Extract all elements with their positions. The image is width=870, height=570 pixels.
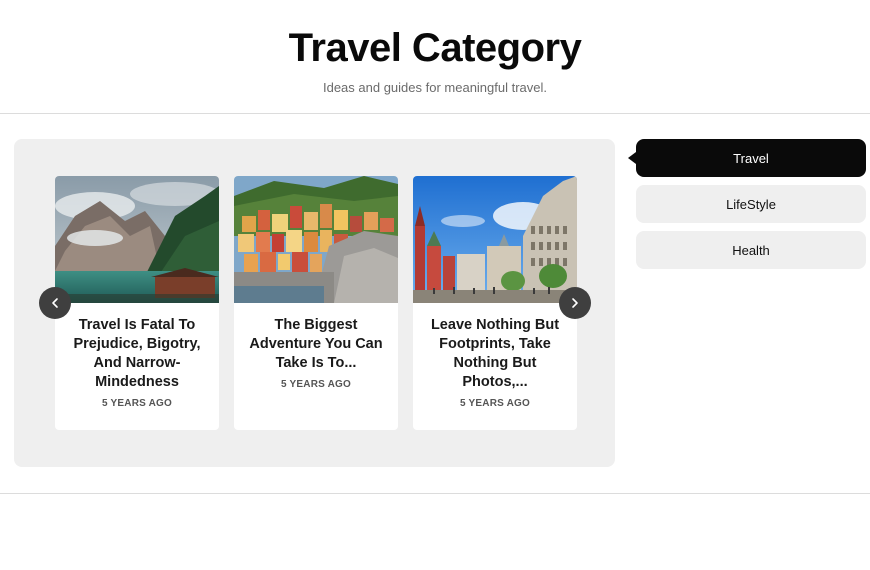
tab-health[interactable]: Health — [636, 231, 866, 269]
active-tab-pointer — [628, 152, 636, 164]
post-date: 5 YEARS AGO — [281, 379, 351, 390]
post-carousel: Travel Is Fatal To Prejudice, Bigotry, A… — [14, 139, 615, 467]
post-title[interactable]: Travel Is Fatal To Prejudice, Bigotry, A… — [63, 316, 211, 392]
chevron-right-icon — [572, 298, 578, 308]
chevron-left-icon — [52, 298, 58, 308]
post-card[interactable]: The Biggest Adventure You Can Take Is To… — [234, 176, 398, 430]
mountain-lake-photo[interactable] — [55, 176, 219, 303]
tab-travel[interactable]: Travel — [628, 139, 866, 177]
post-date: 5 YEARS AGO — [102, 398, 172, 409]
top-divider — [0, 113, 870, 114]
page-header: Travel Category Ideas and guides for mea… — [0, 0, 870, 114]
city-square-photo[interactable] — [413, 176, 577, 303]
tab-label: Travel — [733, 150, 769, 166]
page-subtitle: Ideas and guides for meaningful travel. — [322, 80, 548, 95]
tab-lifestyle[interactable]: LifeStyle — [636, 185, 866, 223]
post-card[interactable]: Travel Is Fatal To Prejudice, Bigotry, A… — [55, 176, 219, 430]
page-title: Travel Category — [288, 26, 582, 70]
post-title[interactable]: The Biggest Adventure You Can Take Is To… — [242, 316, 390, 373]
post-card[interactable]: Leave Nothing But Footprints, Take Nothi… — [413, 176, 577, 430]
bottom-divider — [0, 493, 870, 494]
post-title[interactable]: Leave Nothing But Footprints, Take Nothi… — [421, 316, 569, 392]
tab-label: Health — [732, 242, 770, 258]
post-date: 5 YEARS AGO — [460, 398, 530, 409]
coastal-village-photo[interactable] — [234, 176, 398, 303]
carousel-prev-button[interactable] — [39, 287, 71, 319]
carousel-next-button[interactable] — [559, 287, 591, 319]
tab-label: LifeStyle — [726, 196, 776, 212]
